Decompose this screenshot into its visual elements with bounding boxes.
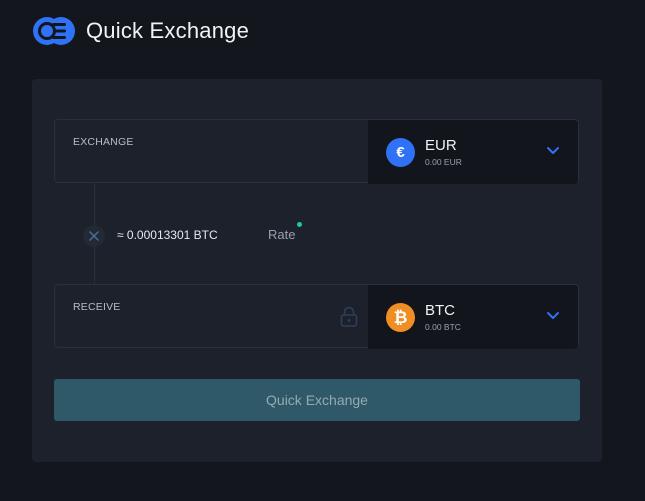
quick-exchange-page: Quick Exchange EXCHANGE € EUR 0.00 EUR ≈… xyxy=(0,0,645,501)
bitcoin-coin-icon: ₿ xyxy=(386,303,415,332)
receive-amount-field[interactable]: RECEIVE ₿ BTC 0.00 BTC xyxy=(54,284,579,349)
quick-exchange-button[interactable]: Quick Exchange xyxy=(54,379,580,421)
exchange-currency-balance: 0.00 EUR xyxy=(425,157,462,167)
receive-currency-balance: 0.00 BTC xyxy=(425,322,461,332)
chevron-down-icon[interactable] xyxy=(546,311,560,321)
rate-value: ≈ 0.00013301 BTC xyxy=(117,228,218,242)
page-title: Quick Exchange xyxy=(86,18,249,43)
receive-currency-code: BTC xyxy=(425,302,455,319)
exchange-label: EXCHANGE xyxy=(73,136,134,148)
exchange-currency-code: EUR xyxy=(425,137,457,154)
exchange-card: EXCHANGE € EUR 0.00 EUR ≈ 0.00013301 BTC… xyxy=(32,79,602,462)
header: Quick Exchange xyxy=(32,14,249,48)
rate-status-dot xyxy=(297,222,302,227)
receive-currency-select[interactable]: ₿ BTC 0.00 BTC xyxy=(368,285,578,349)
exchange-amount-field[interactable]: EXCHANGE € EUR 0.00 EUR xyxy=(54,119,579,184)
chevron-down-icon[interactable] xyxy=(546,146,560,156)
close-icon[interactable] xyxy=(83,225,105,247)
euro-coin-icon: € xyxy=(386,138,415,167)
rate-label: Rate xyxy=(268,227,296,242)
lock-icon xyxy=(340,306,358,327)
logo-icon xyxy=(32,16,76,46)
receive-label: RECEIVE xyxy=(73,301,121,313)
exchange-currency-select[interactable]: € EUR 0.00 EUR xyxy=(368,120,578,184)
